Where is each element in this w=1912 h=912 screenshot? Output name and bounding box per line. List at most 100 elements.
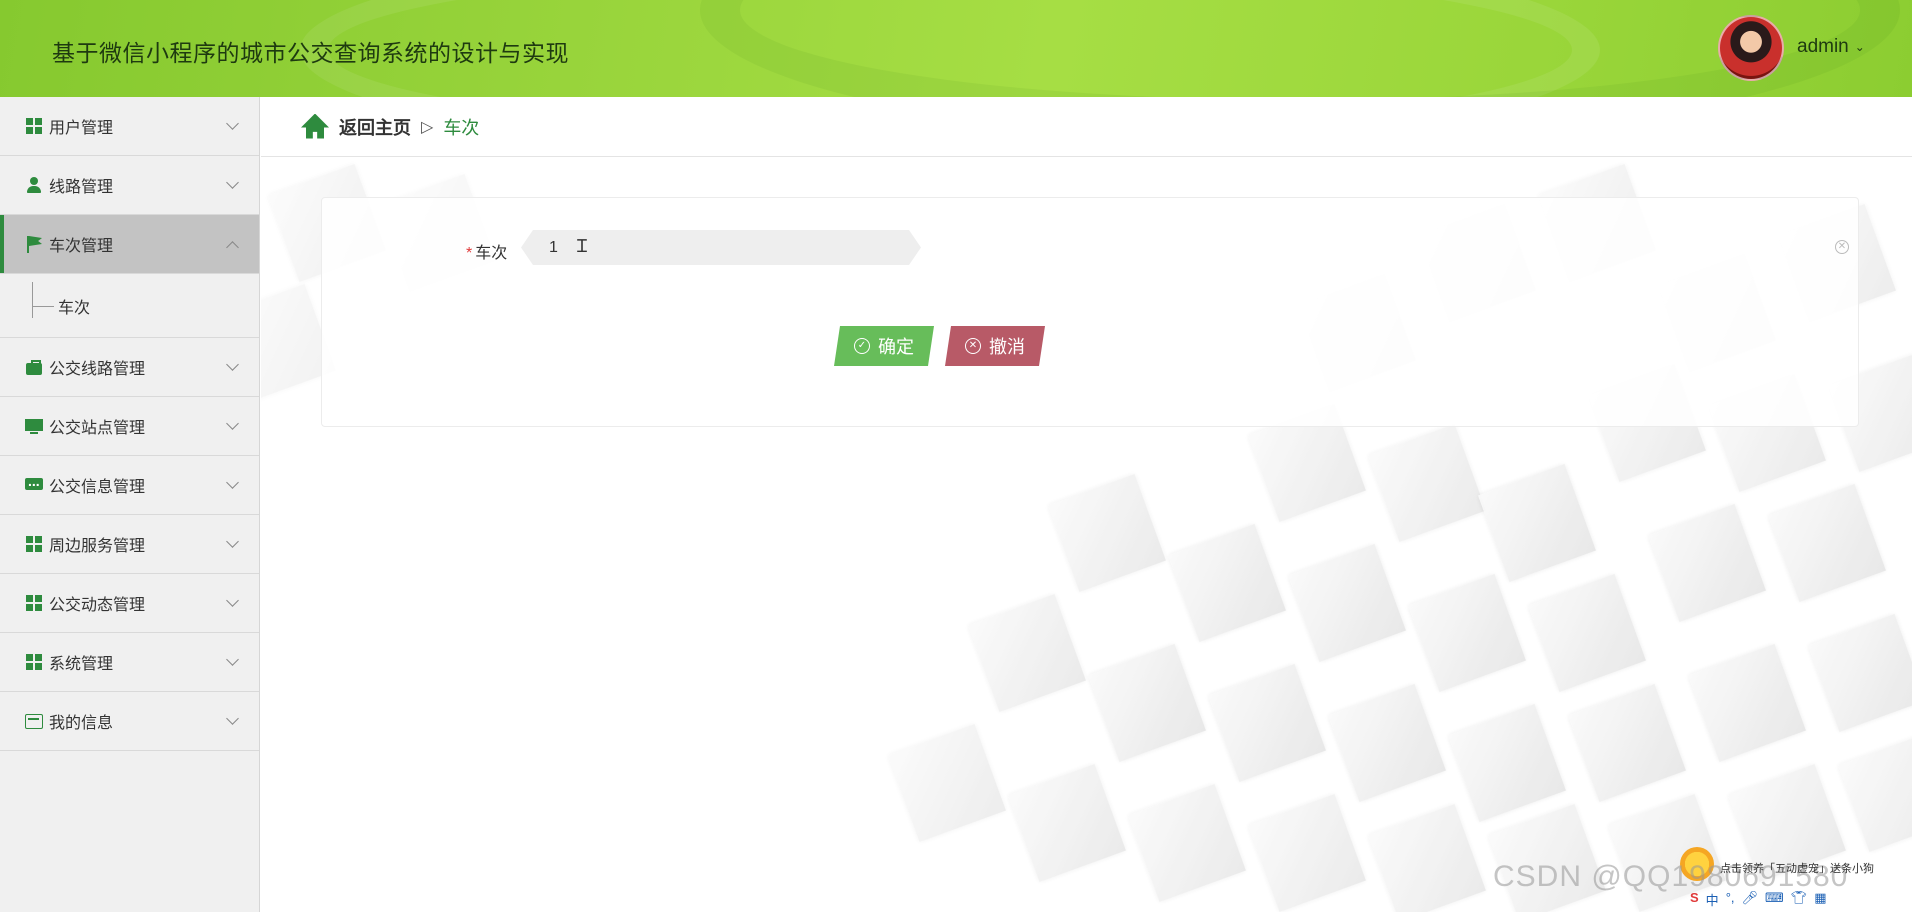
flag-icon	[25, 235, 43, 253]
chat-icon	[25, 473, 43, 494]
home-icon[interactable]	[301, 114, 329, 140]
chevron-down-icon	[226, 594, 239, 607]
chevron-down-icon	[226, 176, 239, 189]
sidebar-item-bus-stop-management[interactable]: 公交站点管理	[0, 397, 259, 456]
background-tile	[1688, 644, 1806, 762]
monitor-icon	[25, 417, 43, 435]
sidebar-item-label: 公交信息管理	[49, 479, 146, 496]
background-tile	[1048, 474, 1166, 592]
keyboard-icon[interactable]: ⌨	[1765, 890, 1784, 909]
background-tile	[1288, 544, 1406, 662]
background-tile	[1478, 464, 1596, 582]
sidebar-item-nearby-service-management[interactable]: 周边服务管理	[0, 515, 259, 574]
user-menu[interactable]: admin ⌄	[1797, 36, 1865, 58]
text-cursor-icon: Ɪ	[577, 236, 588, 257]
sidebar-item-bus-line-management[interactable]: 公交线路管理	[0, 338, 259, 397]
sidebar-item-bus-dynamic-management[interactable]: 公交动态管理	[0, 574, 259, 633]
cancel-button-label: 撤消	[989, 337, 1025, 357]
grid-icon	[25, 535, 43, 553]
background-tile	[1568, 684, 1686, 802]
chevron-down-icon	[226, 417, 239, 430]
background-tile	[1648, 504, 1766, 622]
breadcrumb: 返回主页 ▷ 车次	[261, 97, 1912, 157]
sidebar-item-label: 公交站点管理	[49, 420, 146, 437]
chevron-down-icon	[226, 117, 239, 130]
background-tile	[1768, 484, 1886, 602]
tray-notification[interactable]: 点击领养「五动虚宠」送条小狗	[1720, 860, 1874, 876]
sidebar: 用户管理 线路管理 车次管理 车次 公交线路管理 公交站点管理 公交信息管理 周…	[0, 97, 260, 912]
breadcrumb-current: 车次	[443, 117, 480, 138]
sidebar-item-route-management[interactable]: 线路管理	[0, 156, 259, 215]
sidebar-item-label: 公交线路管理	[49, 361, 146, 378]
sidebar-item-label: 周边服务管理	[49, 538, 146, 555]
skin-icon[interactable]: 👕︎	[1791, 890, 1808, 909]
chevron-down-icon	[226, 653, 239, 666]
background-tile	[888, 724, 1006, 842]
grid-icon	[25, 653, 43, 671]
background-tile	[1808, 614, 1912, 732]
sidebar-subitem-trip[interactable]: 车次	[0, 274, 259, 338]
briefcase-icon	[25, 358, 43, 376]
username: admin	[1797, 36, 1849, 57]
grid-icon	[25, 117, 43, 135]
required-mark: *	[466, 245, 473, 262]
avatar[interactable]	[1718, 15, 1784, 81]
close-circle-icon: ✕	[965, 338, 981, 354]
sidebar-item-system-management[interactable]: 系统管理	[0, 633, 259, 692]
cancel-button[interactable]: ✕ 撤消	[945, 326, 1045, 366]
trip-field-label: * 车次	[466, 239, 507, 263]
sidebar-item-my-info[interactable]: 我的信息	[0, 692, 259, 751]
background-tile	[1008, 764, 1126, 882]
sidebar-item-label: 线路管理	[49, 179, 114, 196]
chevron-down-icon	[226, 535, 239, 548]
app-title: 基于微信小程序的城市公交查询系统的设计与实现	[52, 40, 569, 66]
sidebar-item-user-management[interactable]: 用户管理	[0, 97, 259, 156]
background-tile	[1448, 704, 1566, 822]
chevron-up-icon	[226, 241, 239, 254]
user-icon	[25, 176, 43, 194]
grid-icon	[25, 594, 43, 612]
chevron-down-icon	[226, 476, 239, 489]
sidebar-item-label: 用户管理	[49, 120, 114, 137]
sidebar-subitem-label: 车次	[58, 299, 91, 317]
sidebar-item-bus-info-management[interactable]: 公交信息管理	[0, 456, 259, 515]
background-tile	[1488, 804, 1606, 912]
background-tile	[1328, 684, 1446, 802]
trip-field-label-text: 车次	[475, 245, 508, 262]
confirm-button-label: 确定	[878, 337, 914, 357]
chevron-down-icon	[226, 358, 239, 371]
microphone-icon[interactable]: 🎤︎	[1742, 890, 1759, 909]
ime-toolbar[interactable]: S 中 °, 🎤︎ ⌨ 👕︎ ▦	[1690, 890, 1827, 909]
punctuation-icon[interactable]: °,	[1726, 890, 1735, 909]
tree-line	[32, 282, 33, 318]
toolbox-icon[interactable]: ▦	[1814, 890, 1826, 909]
background-tile	[1368, 424, 1486, 542]
sidebar-item-label: 公交动态管理	[49, 597, 146, 614]
card-icon	[25, 712, 43, 730]
breadcrumb-home-link[interactable]: 返回主页	[339, 114, 411, 140]
chevron-down-icon: ⌄	[1854, 40, 1865, 54]
sidebar-item-label: 车次管理	[49, 238, 114, 255]
background-tile	[1368, 804, 1486, 912]
background-tile	[1838, 734, 1912, 852]
sidebar-item-trip-management[interactable]: 车次管理	[0, 215, 259, 274]
background-tile	[1168, 524, 1286, 642]
check-circle-icon: ✓	[854, 338, 870, 354]
clear-icon[interactable]: ✕	[1835, 240, 1849, 254]
background-tile	[1248, 794, 1366, 912]
background-tile	[1408, 574, 1526, 692]
breadcrumb-separator: ▷	[421, 118, 434, 136]
confirm-button[interactable]: ✓ 确定	[834, 326, 934, 366]
ime-language[interactable]: 中	[1706, 890, 1719, 909]
sidebar-item-label: 系统管理	[49, 656, 114, 673]
top-header: 基于微信小程序的城市公交查询系统的设计与实现 admin ⌄	[0, 0, 1912, 97]
background-tile	[1128, 784, 1246, 902]
sidebar-item-label: 我的信息	[49, 715, 114, 732]
tree-line	[32, 306, 54, 307]
background-tile	[968, 594, 1086, 712]
background-tile	[1528, 574, 1646, 692]
background-tile	[1208, 664, 1326, 782]
chevron-down-icon	[226, 712, 239, 725]
ime-logo-icon[interactable]: S	[1690, 890, 1699, 909]
background-tile	[1088, 644, 1206, 762]
